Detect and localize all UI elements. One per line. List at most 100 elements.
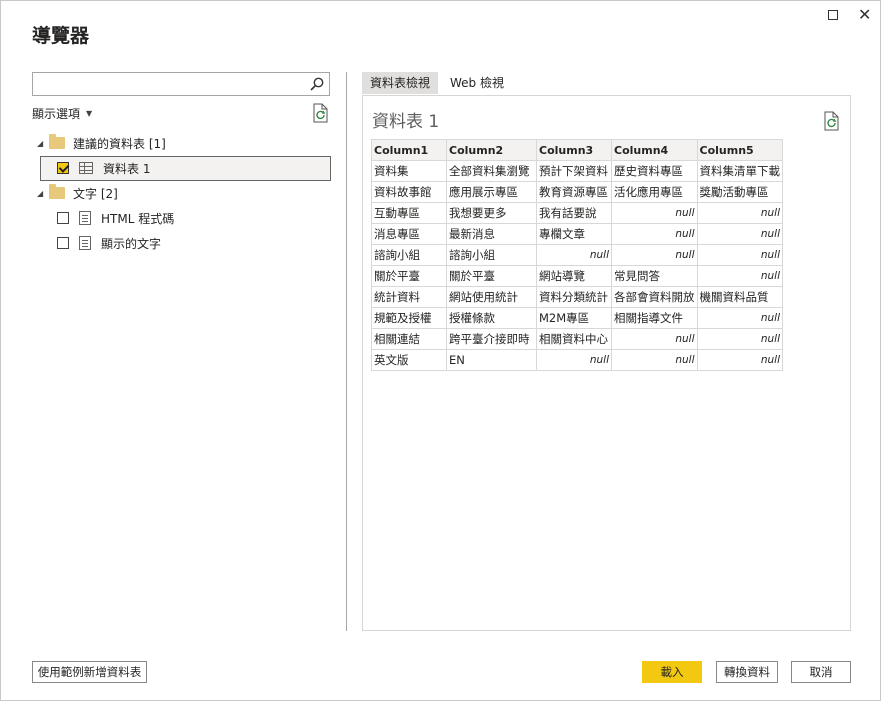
table-cell: 相關資料中心 [536, 328, 612, 350]
table-cell: 機關資料品質 [696, 286, 783, 308]
search-box[interactable] [32, 72, 330, 96]
chevron-down-icon: ▼ [86, 109, 93, 118]
table-cell: 相關連結 [371, 328, 447, 350]
preview-table: Column1 Column2 Column3 Column4 Column5 資料集全… [371, 139, 783, 371]
table-cell: null [536, 349, 612, 371]
table-cell: null [611, 202, 698, 224]
table-cell: 諮詢小組 [446, 244, 537, 266]
table-row: 資料集 全部資料集瀏覽 預計下架資料 歷史資料專區 資料集清單下載 [371, 160, 783, 182]
table-cell: 全部資料集瀏覽 [446, 160, 537, 182]
tree-folder-suggested-tables[interactable]: ◢ 建議的資料表 [1] [37, 131, 166, 155]
table-cell: 各部會資料開放 [611, 286, 698, 308]
tree-item-html-code[interactable]: HTML 程式碼 [57, 206, 174, 230]
table-cell: null [696, 328, 783, 350]
table-cell: null [611, 328, 698, 350]
tree-label: 文字 [2] [73, 186, 118, 201]
transform-data-button[interactable]: 轉換資料 [716, 661, 778, 683]
table-row: 互動專區 我想要更多 我有話要說 null null [371, 202, 783, 224]
table-cell: 相關指導文件 [611, 307, 698, 329]
table-cell: EN [446, 349, 537, 371]
column-header[interactable]: Column1 [371, 139, 447, 161]
load-button[interactable]: 載入 [642, 661, 702, 683]
table-cell: 預計下架資料 [536, 160, 612, 182]
close-button[interactable]: ✕ [855, 5, 875, 25]
checkbox[interactable] [57, 212, 69, 224]
table-row: 關於平臺 關於平臺 網站導覽 常見問答 null [371, 265, 783, 287]
expand-triangle-icon[interactable]: ◢ [37, 189, 49, 198]
table-cell: 互動專區 [371, 202, 447, 224]
table-cell: 關於平臺 [446, 265, 537, 287]
table-cell: 活化應用專區 [611, 181, 698, 203]
column-header[interactable]: Column4 [611, 139, 698, 161]
table-cell: 常見問答 [611, 265, 698, 287]
table-cell: 我有話要說 [536, 202, 612, 224]
checkbox-checked[interactable] [57, 162, 69, 174]
table-row: 諮詢小組 諮詢小組 null null null [371, 244, 783, 266]
checkbox[interactable] [57, 237, 69, 249]
table-cell: 規範及授權 [371, 307, 447, 329]
table-cell: 教育資源專區 [536, 181, 612, 203]
table-row: 資料故事館 應用展示專區 教育資源專區 活化應用專區 獎勵活動專區 [371, 181, 783, 203]
table-icon [79, 162, 93, 174]
table-cell: 應用展示專區 [446, 181, 537, 203]
table-cell: null [611, 223, 698, 245]
column-header[interactable]: Column2 [446, 139, 537, 161]
pane-divider[interactable] [346, 72, 347, 631]
document-icon [79, 211, 91, 225]
expand-triangle-icon[interactable]: ◢ [37, 139, 49, 148]
table-cell: 網站使用統計 [446, 286, 537, 308]
tree-label: 建議的資料表 [1] [73, 136, 166, 151]
table-cell: null [611, 244, 698, 266]
tab-web-view[interactable]: Web 檢視 [442, 72, 512, 94]
tree-item-displayed-text[interactable]: 顯示的文字 [57, 231, 161, 255]
table-row: 統計資料 網站使用統計 資料分類統計 各部會資料開放 機關資料品質 [371, 286, 783, 308]
table-cell: 網站導覽 [536, 265, 612, 287]
tree-label: HTML 程式碼 [101, 211, 175, 226]
cancel-button[interactable]: 取消 [791, 661, 851, 683]
tree-label: 資料表 1 [103, 161, 151, 176]
table-cell: null [536, 244, 612, 266]
display-options-label: 顯示選項 [32, 107, 81, 121]
refresh-icon[interactable] [823, 111, 841, 131]
table-cell: null [696, 265, 783, 287]
table-cell: 資料故事館 [371, 181, 447, 203]
table-row: 消息專區 最新消息 專欄文章 null null [371, 223, 783, 245]
table-cell: 獎勵活動專區 [696, 181, 783, 203]
table-row: 規範及授權 授權條款 M2M專區 相關指導文件 null [371, 307, 783, 329]
column-header[interactable]: Column5 [696, 139, 783, 161]
table-cell: null [696, 349, 783, 371]
table-cell: 歷史資料專區 [611, 160, 698, 182]
preview-title: 資料表 1 [372, 112, 440, 132]
dialog-title: 導覽器 [32, 25, 90, 47]
column-header[interactable]: Column3 [536, 139, 612, 161]
table-cell: M2M專區 [536, 307, 612, 329]
tree-item-table-1[interactable]: 資料表 1 [57, 156, 150, 180]
table-cell: 授權條款 [446, 307, 537, 329]
preview-pane: 資料表 1 Column1 Column2 Column3 Column4 Column… [362, 95, 851, 631]
search-icon[interactable] [309, 76, 325, 92]
table-cell: 資料集清單下載 [696, 160, 783, 182]
table-cell: 專欄文章 [536, 223, 612, 245]
table-cell: 統計資料 [371, 286, 447, 308]
tab-table-view[interactable]: 資料表檢視 [362, 72, 439, 94]
table-cell: 資料分類統計 [536, 286, 612, 308]
table-row: 英文版 EN null null null [371, 349, 783, 371]
table-cell: 英文版 [371, 349, 447, 371]
tree-folder-text[interactable]: ◢ 文字 [2] [37, 181, 118, 205]
table-cell: 資料集 [371, 160, 447, 182]
maximize-icon [828, 10, 838, 20]
document-icon [79, 236, 91, 250]
tree-label: 顯示的文字 [101, 236, 162, 251]
close-icon: ✕ [858, 5, 872, 24]
search-input[interactable] [37, 74, 297, 94]
folder-icon [49, 134, 65, 149]
refresh-icon[interactable] [312, 103, 330, 123]
folder-icon [49, 184, 65, 199]
display-options-dropdown[interactable]: 顯示選項 ▼ [32, 105, 92, 122]
table-cell: null [696, 223, 783, 245]
maximize-button[interactable] [824, 7, 844, 25]
table-cell: 諮詢小組 [371, 244, 447, 266]
add-table-using-examples-button[interactable]: 使用範例新增資料表 [32, 661, 147, 683]
table-header-row: Column1 Column2 Column3 Column4 Column5 [371, 139, 783, 161]
navigator-dialog: ✕ 導覽器 顯示選項 ▼ ◢ 建議的資料表 [1] 資料表 1 ◢ 文字 [2] [0, 0, 881, 701]
